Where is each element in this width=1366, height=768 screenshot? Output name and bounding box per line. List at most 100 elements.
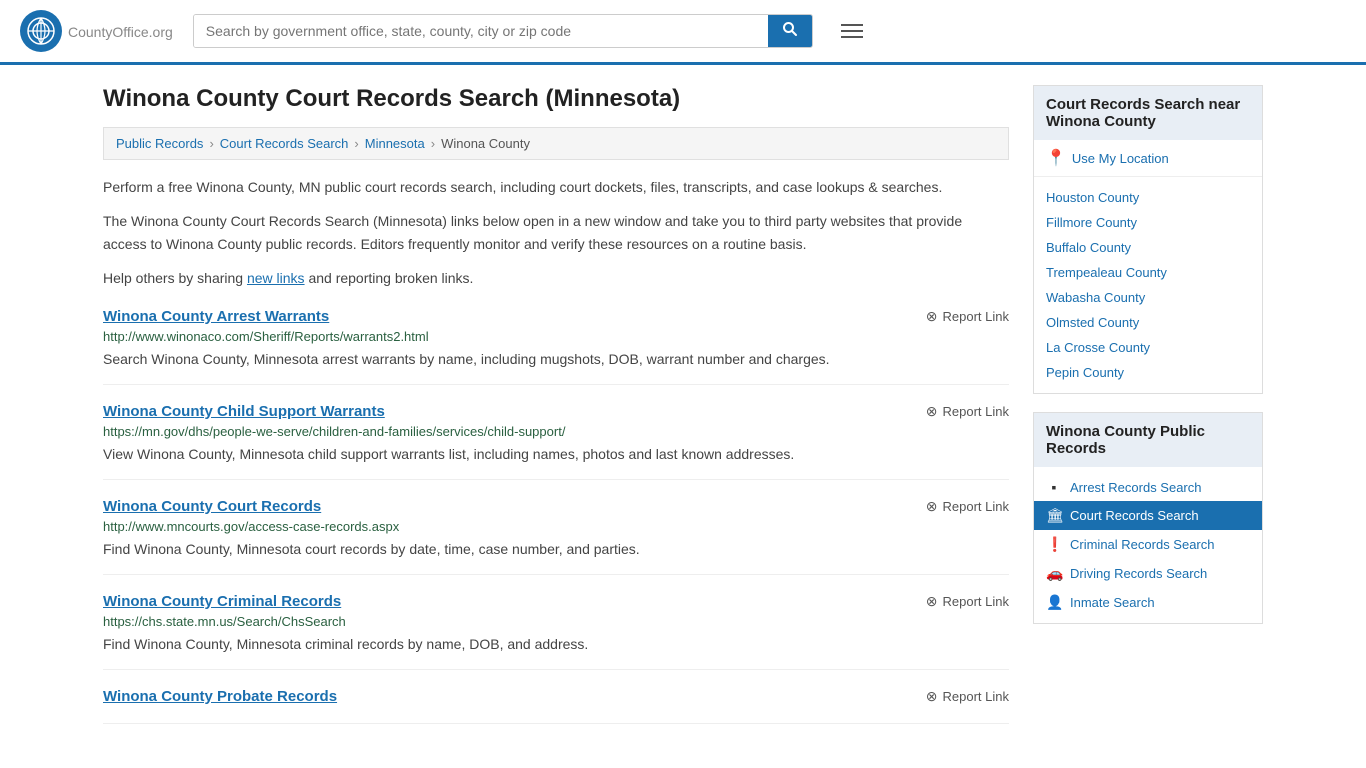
record-title-link[interactable]: Winona County Arrest Warrants [103,308,329,325]
nearby-county-link[interactable]: Buffalo County [1046,240,1131,255]
nearby-section: Court Records Search near Winona County … [1033,85,1263,394]
logo-name: CountyOffice [68,24,149,40]
nearby-county-link[interactable]: Wabasha County [1046,290,1145,305]
sidebar-nearby-county: Trempealeau County [1034,260,1262,285]
new-links-link[interactable]: new links [247,270,305,286]
sidebar-nearby-county: Buffalo County [1034,235,1262,260]
record-type-icon: ▪ [1046,479,1062,495]
use-location-label: Use My Location [1072,151,1169,166]
record-type-link[interactable]: Criminal Records Search [1070,537,1215,552]
report-icon: ⊗ [926,498,938,515]
record-type-icon: 🏛 [1046,507,1062,524]
description-3: Help others by sharing new links and rep… [103,267,1009,289]
nearby-county-link[interactable]: La Crosse County [1046,340,1150,355]
report-label: Report Link [943,309,1009,324]
record-item: Winona County Criminal Records ⊗Report Li… [103,593,1009,670]
menu-icon-line [841,36,863,38]
record-item: Winona County Child Support Warrants ⊗Rep… [103,403,1009,480]
breadcrumb-sep: › [354,136,358,151]
record-type-link[interactable]: Inmate Search [1070,595,1155,610]
breadcrumb: Public Records › Court Records Search › … [103,127,1009,160]
record-type-link[interactable]: Arrest Records Search [1070,480,1202,495]
record-url[interactable]: https://chs.state.mn.us/Search/ChsSearch [103,614,1009,629]
record-header: Winona County Criminal Records ⊗Report Li… [103,593,1009,610]
content-area: Winona County Court Records Search (Minn… [103,85,1009,724]
sidebar-record-link-item[interactable]: 🚗 Driving Records Search [1034,559,1262,588]
report-link-button[interactable]: ⊗Report Link [926,498,1009,515]
sidebar-record-link-item[interactable]: 👤 Inmate Search [1034,588,1262,617]
logo[interactable]: CountyOffice.org [20,10,173,52]
record-title-link[interactable]: Winona County Criminal Records [103,593,341,610]
public-records-section: Winona County Public Records ▪ Arrest Rec… [1033,412,1263,624]
menu-icon-line [841,24,863,26]
search-button[interactable] [768,15,812,47]
breadcrumb-minnesota[interactable]: Minnesota [365,136,425,151]
public-records-links-list: ▪ Arrest Records Search 🏛 Court Records Sea… [1034,467,1262,623]
record-item: Winona County Arrest Warrants ⊗ Report Lin… [103,308,1009,385]
report-link-button[interactable]: ⊗ Report Link [926,308,1009,325]
record-item: Winona County Probate Records ⊗Report Lin… [103,688,1009,724]
report-label: Report Link [943,689,1009,704]
record-type-icon: 🚗 [1046,565,1062,582]
header: CountyOffice.org [0,0,1366,65]
report-link-button[interactable]: ⊗Report Link [926,403,1009,420]
sidebar-nearby-county: Houston County [1034,185,1262,210]
sidebar-nearby-county: Pepin County [1034,360,1262,385]
record-title-link[interactable]: Winona County Child Support Warrants [103,403,385,420]
record-description: Find Winona County, Minnesota criminal r… [103,634,1009,655]
logo-icon [20,10,62,52]
record-title-link[interactable]: Winona County Court Records [103,498,321,515]
sidebar-nearby-county: Wabasha County [1034,285,1262,310]
record-header: Winona County Child Support Warrants ⊗Rep… [103,403,1009,420]
logo-suffix: .org [149,24,173,40]
nearby-county-link[interactable]: Houston County [1046,190,1139,205]
nearby-county-link[interactable]: Fillmore County [1046,215,1137,230]
sidebar-nearby-county: Fillmore County [1034,210,1262,235]
public-records-section-title: Winona County Public Records [1034,413,1262,467]
sidebar-record-link-item[interactable]: 🏛 Court Records Search [1034,501,1262,530]
menu-button[interactable] [833,20,871,42]
breadcrumb-sep: › [431,136,435,151]
breadcrumb-court-records[interactable]: Court Records Search [220,136,349,151]
record-description: Find Winona County, Minnesota court reco… [103,539,1009,560]
sidebar-nearby-county: La Crosse County [1034,335,1262,360]
records-list: Winona County Arrest Warrants ⊗ Report Lin… [103,308,1009,724]
nearby-county-link[interactable]: Trempealeau County [1046,265,1167,280]
report-icon: ⊗ [926,308,938,325]
sidebar-record-link-item[interactable]: ❗Criminal Records Search [1034,530,1262,559]
record-header: Winona County Arrest Warrants ⊗ Report Lin… [103,308,1009,325]
breadcrumb-current: Winona County [441,136,530,151]
location-dot-icon: 📍 [1046,148,1066,168]
record-type-icon: 👤 [1046,594,1062,611]
record-type-link[interactable]: Court Records Search [1070,508,1199,523]
record-description: View Winona County, Minnesota child supp… [103,444,1009,465]
nearby-section-title: Court Records Search near Winona County [1034,86,1262,140]
record-title-link[interactable]: Winona County Probate Records [103,688,337,705]
sidebar-record-link-item[interactable]: ▪ Arrest Records Search [1034,473,1262,501]
menu-icon-line [841,30,863,32]
sidebar-nearby-county: Olmsted County [1034,310,1262,335]
desc3-suffix: and reporting broken links. [305,270,474,286]
report-link-button[interactable]: ⊗Report Link [926,593,1009,610]
sidebar: Court Records Search near Winona County … [1033,85,1263,724]
record-url[interactable]: http://www.mncourts.gov/access-case-reco… [103,519,1009,534]
breadcrumb-sep: › [209,136,213,151]
report-link-button[interactable]: ⊗Report Link [926,688,1009,705]
report-icon: ⊗ [926,403,938,420]
main-container: Winona County Court Records Search (Minn… [83,65,1283,744]
report-icon: ⊗ [926,593,938,610]
breadcrumb-public-records[interactable]: Public Records [116,136,203,151]
use-my-location[interactable]: 📍 Use My Location [1034,140,1262,177]
record-type-link[interactable]: Driving Records Search [1070,566,1207,581]
search-bar [193,14,813,48]
record-url[interactable]: http://www.winonaco.com/Sheriff/Reports/… [103,329,1009,344]
search-input[interactable] [194,15,768,47]
record-header: Winona County Probate Records ⊗Report Lin… [103,688,1009,705]
logo-text: CountyOffice.org [68,21,173,42]
page-title: Winona County Court Records Search (Minn… [103,85,1009,113]
record-url[interactable]: https://mn.gov/dhs/people-we-serve/child… [103,424,1009,439]
nearby-counties-list: Houston County Fillmore County Buffalo Cou… [1034,177,1262,393]
description-2: The Winona County Court Records Search (… [103,210,1009,255]
nearby-county-link[interactable]: Pepin County [1046,365,1124,380]
nearby-county-link[interactable]: Olmsted County [1046,315,1139,330]
